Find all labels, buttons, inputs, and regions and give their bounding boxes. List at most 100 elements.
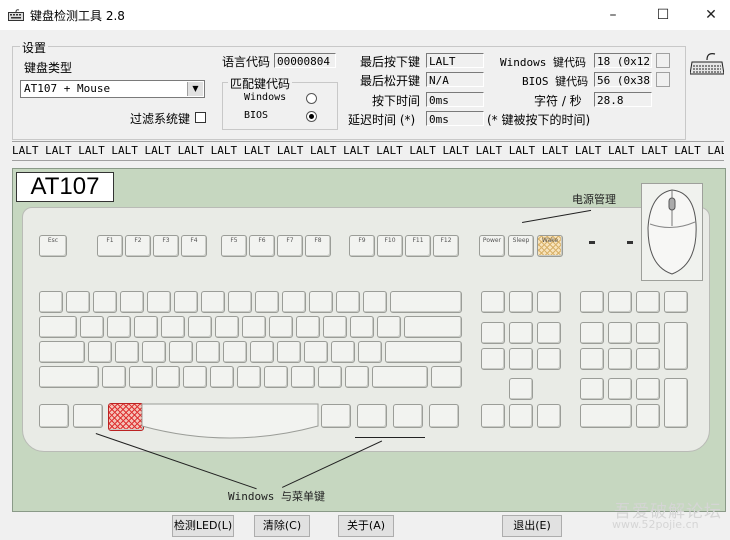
- close-button[interactable]: ✕: [688, 0, 730, 30]
- key-backslash[interactable]: [404, 316, 462, 338]
- key-semicolon[interactable]: [331, 341, 355, 363]
- key-end[interactable]: [509, 348, 533, 370]
- key-num-9[interactable]: [636, 322, 660, 344]
- about-button[interactable]: 关于(A): [338, 515, 394, 537]
- key-f5[interactable]: F5: [221, 235, 247, 257]
- key-num-3[interactable]: [636, 378, 660, 400]
- key-backspace[interactable]: [390, 291, 462, 313]
- key-insert[interactable]: [481, 322, 505, 344]
- key-num-decimal[interactable]: [636, 404, 660, 428]
- key-num-7[interactable]: [580, 322, 604, 344]
- key-sleep[interactable]: Sleep: [508, 235, 534, 257]
- key-f8[interactable]: F8: [305, 235, 331, 257]
- exit-button[interactable]: 退出(E): [502, 515, 562, 537]
- key-num-5[interactable]: [608, 348, 632, 370]
- key-left-bracket[interactable]: [350, 316, 374, 338]
- key-backquote[interactable]: [39, 291, 63, 313]
- key-s[interactable]: [115, 341, 139, 363]
- key-q[interactable]: [80, 316, 104, 338]
- key-6[interactable]: [201, 291, 225, 313]
- key-num-divide[interactable]: [608, 291, 632, 313]
- key-num-6[interactable]: [636, 348, 660, 370]
- key-t[interactable]: [188, 316, 212, 338]
- key-x[interactable]: [129, 366, 153, 388]
- key-z[interactable]: [102, 366, 126, 388]
- key-num-0[interactable]: [580, 404, 632, 428]
- key-left-win[interactable]: [73, 404, 103, 428]
- key-num-2[interactable]: [608, 378, 632, 400]
- key-right-win[interactable]: [357, 404, 387, 428]
- key-5[interactable]: [174, 291, 198, 313]
- keyboard-type-select[interactable]: AT107 + Mouse ▼: [20, 80, 205, 98]
- clear-button[interactable]: 清除(C): [254, 515, 310, 537]
- key-left-alt[interactable]: [108, 403, 144, 431]
- key-scroll-lock[interactable]: [509, 291, 533, 313]
- key-comma[interactable]: [291, 366, 315, 388]
- key-page-down[interactable]: [537, 348, 561, 370]
- key-l[interactable]: [304, 341, 328, 363]
- key-r[interactable]: [161, 316, 185, 338]
- key-right-bracket[interactable]: [377, 316, 401, 338]
- key-w[interactable]: [107, 316, 131, 338]
- key-num-1[interactable]: [580, 378, 604, 400]
- key-7[interactable]: [228, 291, 252, 313]
- key-f9[interactable]: F9: [349, 235, 375, 257]
- key-right-shift[interactable]: [372, 366, 428, 388]
- minimize-button[interactable]: –: [590, 0, 636, 30]
- key-2[interactable]: [93, 291, 117, 313]
- key-p[interactable]: [323, 316, 347, 338]
- key-left-ctrl[interactable]: [39, 404, 69, 428]
- key-slash[interactable]: [345, 366, 369, 388]
- key-u[interactable]: [242, 316, 266, 338]
- key-tab[interactable]: [39, 316, 77, 338]
- key-f3[interactable]: F3: [153, 235, 179, 257]
- key-home[interactable]: [509, 322, 533, 344]
- key-left-shift[interactable]: [39, 366, 99, 388]
- key-i[interactable]: [269, 316, 293, 338]
- key-f2[interactable]: F2: [125, 235, 151, 257]
- key-f1[interactable]: F1: [97, 235, 123, 257]
- key-v[interactable]: [183, 366, 207, 388]
- key-4[interactable]: [147, 291, 171, 313]
- key-backslash-extra[interactable]: [431, 366, 462, 388]
- key-o[interactable]: [296, 316, 320, 338]
- key-b[interactable]: [210, 366, 234, 388]
- key-space[interactable]: [140, 400, 320, 448]
- key-quote[interactable]: [358, 341, 382, 363]
- key-f12[interactable]: F12: [433, 235, 459, 257]
- key-d[interactable]: [142, 341, 166, 363]
- key-minus[interactable]: [336, 291, 360, 313]
- key-1[interactable]: [66, 291, 90, 313]
- key-arrow-up[interactable]: [509, 378, 533, 400]
- key-esc[interactable]: Esc: [39, 235, 67, 257]
- key-right-alt[interactable]: [321, 404, 351, 428]
- filter-system-keys-checkbox[interactable]: [195, 112, 206, 123]
- key-arrow-left[interactable]: [481, 404, 505, 428]
- key-a[interactable]: [88, 341, 112, 363]
- key-pause[interactable]: [537, 291, 561, 313]
- key-y[interactable]: [215, 316, 239, 338]
- key-num-multiply[interactable]: [636, 291, 660, 313]
- key-8[interactable]: [255, 291, 279, 313]
- key-num-minus[interactable]: [664, 291, 688, 313]
- key-num-4[interactable]: [580, 348, 604, 370]
- chevron-down-icon[interactable]: ▼: [187, 82, 203, 96]
- key-num-lock[interactable]: [580, 291, 604, 313]
- key-menu[interactable]: [393, 404, 423, 428]
- key-f[interactable]: [169, 341, 193, 363]
- key-wake[interactable]: Wake: [537, 235, 563, 257]
- key-j[interactable]: [250, 341, 274, 363]
- key-0[interactable]: [309, 291, 333, 313]
- key-n[interactable]: [237, 366, 261, 388]
- key-delete[interactable]: [481, 348, 505, 370]
- key-f10[interactable]: F10: [377, 235, 403, 257]
- key-equal[interactable]: [363, 291, 387, 313]
- key-f7[interactable]: F7: [277, 235, 303, 257]
- key-num-enter[interactable]: [664, 378, 688, 428]
- key-period[interactable]: [318, 366, 342, 388]
- key-e[interactable]: [134, 316, 158, 338]
- key-right-ctrl[interactable]: [429, 404, 459, 428]
- key-arrow-right[interactable]: [537, 404, 561, 428]
- match-bios-radio[interactable]: [306, 111, 317, 122]
- key-print-screen[interactable]: [481, 291, 505, 313]
